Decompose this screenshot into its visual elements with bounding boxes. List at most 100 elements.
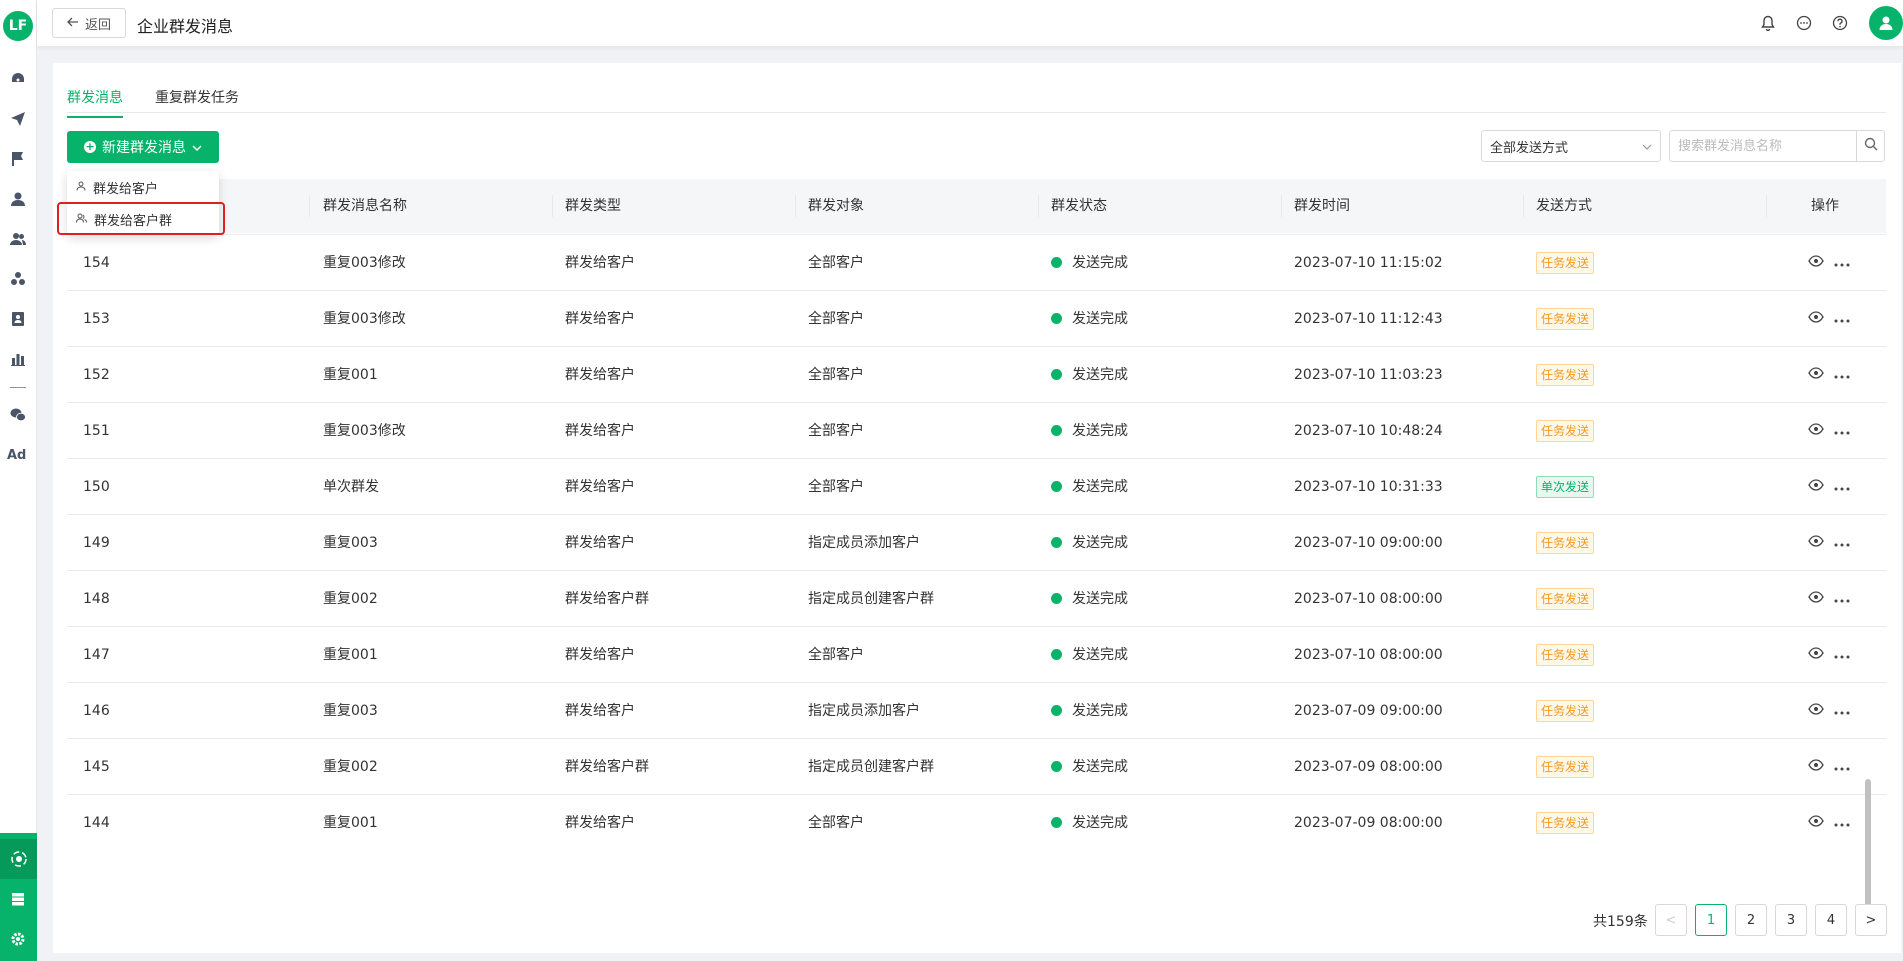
pagination-page-4[interactable]: 4 xyxy=(1815,904,1847,936)
cell-method: 任务发送 xyxy=(1536,571,1595,627)
status-text: 发送完成 xyxy=(1072,815,1128,831)
highlight-box xyxy=(57,202,225,235)
status-dot xyxy=(1051,481,1062,492)
eye-icon[interactable] xyxy=(1808,703,1824,719)
cell-method: 任务发送 xyxy=(1536,403,1595,459)
cell-status: 发送完成 xyxy=(1051,403,1128,459)
cell-type: 群发给客户 xyxy=(565,311,635,327)
pagination-prev-button[interactable]: < xyxy=(1655,904,1687,936)
eye-icon[interactable] xyxy=(1808,535,1824,551)
cell-type: 群发给客户 xyxy=(565,423,635,439)
send-method-select[interactable]: 全部发送方式 xyxy=(1481,130,1661,162)
eye-icon[interactable] xyxy=(1808,815,1824,831)
hub-icon[interactable] xyxy=(0,839,37,879)
dashboard-icon[interactable] xyxy=(9,70,27,88)
cell-actions xyxy=(1808,347,1850,403)
chat-icon[interactable] xyxy=(1795,14,1813,32)
eye-icon[interactable] xyxy=(1808,647,1824,663)
cell-id: 149 xyxy=(83,535,110,551)
more-icon[interactable] xyxy=(1834,367,1850,383)
tab-repeat-tasks[interactable]: 重复群发任务 xyxy=(155,87,239,116)
eye-icon[interactable] xyxy=(1808,311,1824,327)
eye-icon[interactable] xyxy=(1808,759,1824,775)
more-icon[interactable] xyxy=(1834,591,1850,607)
cell-target: 全部客户 xyxy=(808,815,864,831)
back-label: 返回 xyxy=(84,17,111,33)
method-badge: 任务发送 xyxy=(1536,308,1595,330)
status-text: 发送完成 xyxy=(1072,255,1128,271)
cell-actions xyxy=(1808,403,1850,459)
pagination-next-button[interactable]: > xyxy=(1855,904,1887,936)
cell-status: 发送完成 xyxy=(1051,739,1128,795)
cell-type: 群发给客户群 xyxy=(565,759,649,775)
cell-time: 2023-07-10 08:00:00 xyxy=(1294,591,1443,607)
menu-item-broadcast-customers[interactable]: 群发给客户 xyxy=(67,171,219,203)
eye-icon[interactable] xyxy=(1808,591,1824,607)
group-icon[interactable] xyxy=(9,270,27,288)
server-icon[interactable] xyxy=(9,890,27,908)
cell-status: 发送完成 xyxy=(1051,347,1128,403)
more-icon[interactable] xyxy=(1834,647,1850,663)
status-dot xyxy=(1051,537,1062,548)
ad-label[interactable]: Ad xyxy=(7,448,26,463)
more-icon[interactable] xyxy=(1834,479,1850,495)
tab-broadcast-messages[interactable]: 群发消息 xyxy=(67,87,123,118)
cell-id: 151 xyxy=(83,423,110,439)
eye-icon[interactable] xyxy=(1808,423,1824,439)
cell-method: 任务发送 xyxy=(1536,291,1595,347)
contact-card-icon[interactable] xyxy=(9,310,27,328)
wechat-icon[interactable] xyxy=(9,406,27,424)
cell-actions xyxy=(1808,795,1850,834)
cell-method: 任务发送 xyxy=(1536,515,1595,571)
method-badge: 任务发送 xyxy=(1536,700,1595,722)
more-icon[interactable] xyxy=(1834,815,1850,831)
cell-type: 群发给客户 xyxy=(565,647,635,663)
cell-target: 全部客户 xyxy=(808,647,864,663)
avatar-icon[interactable] xyxy=(1869,6,1903,40)
bell-icon[interactable] xyxy=(1759,14,1777,32)
more-icon[interactable] xyxy=(1834,535,1850,551)
cell-method: 任务发送 xyxy=(1536,739,1595,795)
eye-icon[interactable] xyxy=(1808,367,1824,383)
cell-actions xyxy=(1808,739,1850,795)
new-broadcast-button[interactable]: + 新建群发消息 xyxy=(67,131,219,163)
search-input[interactable] xyxy=(1670,131,1856,161)
cell-target: 全部客户 xyxy=(808,479,864,495)
cell-type: 群发给客户 xyxy=(565,815,635,831)
col-divider xyxy=(1281,195,1282,217)
cell-actions xyxy=(1808,515,1850,571)
cell-time: 2023-07-10 11:15:02 xyxy=(1294,255,1443,271)
help-icon[interactable] xyxy=(1831,14,1849,32)
table-row: 145 重复002 群发给客户群 指定成员创建客户群 2023-07-09 08:00:… xyxy=(67,739,1886,795)
eye-icon[interactable] xyxy=(1808,255,1824,271)
pagination-page-3[interactable]: 3 xyxy=(1775,904,1807,936)
more-icon[interactable] xyxy=(1834,311,1850,327)
status-dot xyxy=(1051,425,1062,436)
search-button[interactable] xyxy=(1856,131,1884,161)
back-button[interactable]: 返回 xyxy=(52,8,126,38)
settings-icon[interactable] xyxy=(9,930,27,948)
pagination-page-1[interactable]: 1 xyxy=(1695,904,1727,936)
logo[interactable]: LF xyxy=(3,11,33,41)
cell-name: 重复003修改 xyxy=(323,255,406,271)
cell-status: 发送完成 xyxy=(1051,571,1128,627)
send-icon[interactable] xyxy=(9,110,27,128)
cell-time: 2023-07-09 08:00:00 xyxy=(1294,759,1443,775)
bar-chart-icon[interactable] xyxy=(9,350,27,368)
cell-status: 发送完成 xyxy=(1051,235,1128,291)
pagination-page-2[interactable]: 2 xyxy=(1735,904,1767,936)
cell-status: 发送完成 xyxy=(1051,683,1128,739)
more-icon[interactable] xyxy=(1834,759,1850,775)
col-divider xyxy=(1766,195,1767,217)
users-icon[interactable] xyxy=(9,230,27,248)
cell-name: 重复003修改 xyxy=(323,311,406,327)
more-icon[interactable] xyxy=(1834,255,1850,271)
table-row: 153 重复003修改 群发给客户 全部客户 2023-07-10 11:12:43 发送… xyxy=(67,291,1886,347)
more-icon[interactable] xyxy=(1834,703,1850,719)
user-icon[interactable] xyxy=(9,190,27,208)
eye-icon[interactable] xyxy=(1808,479,1824,495)
more-icon[interactable] xyxy=(1834,423,1850,439)
flag-icon[interactable] xyxy=(9,150,27,168)
cell-name: 重复001 xyxy=(323,647,378,663)
cell-target: 指定成员添加客户 xyxy=(808,703,920,719)
